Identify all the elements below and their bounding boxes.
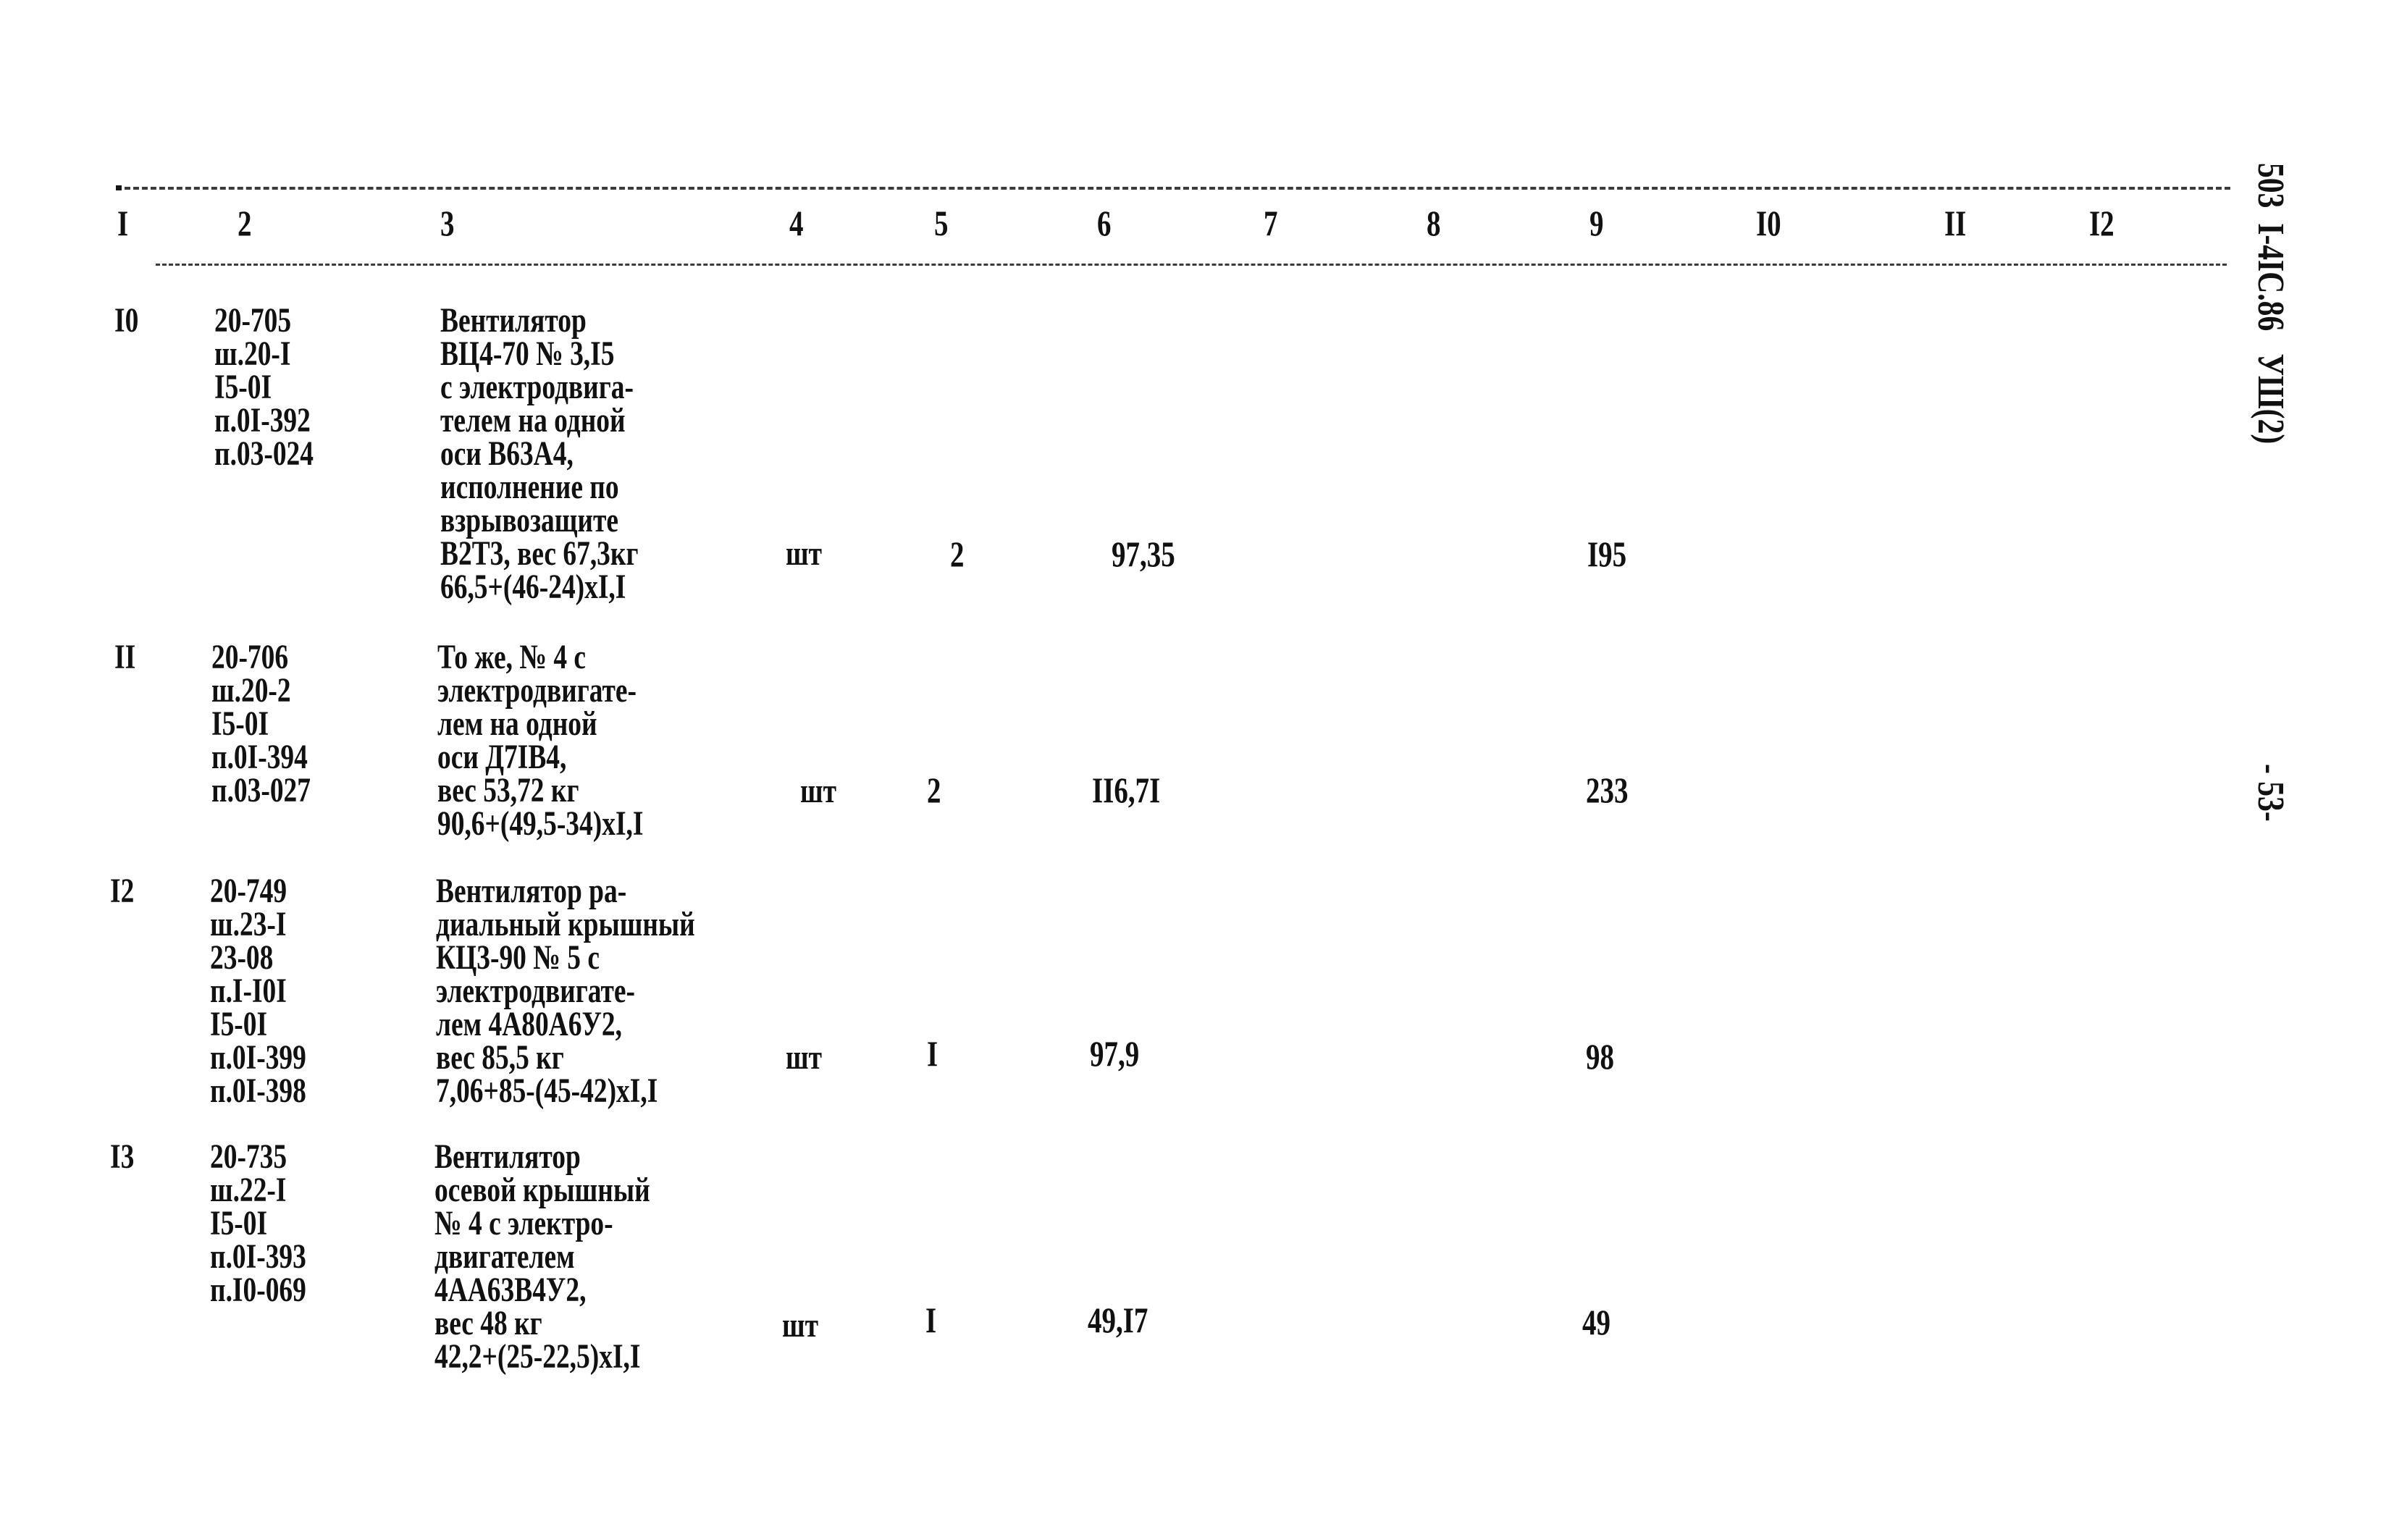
column-header-4: 4 <box>789 203 804 243</box>
column-header-6: 6 <box>1097 203 1112 243</box>
row-unit: шт <box>782 1306 819 1345</box>
row-description: То же, № 4 с электродвигате- лем на одно… <box>437 638 644 843</box>
row-unit: шт <box>800 772 837 810</box>
row-unit: шт <box>786 1038 823 1077</box>
column-header-8: 8 <box>1427 203 1441 243</box>
column-header-9: 9 <box>1589 203 1604 243</box>
row-total: 49 <box>1582 1302 1610 1342</box>
row-number: I3 <box>110 1137 135 1176</box>
header-bottom-rule <box>156 264 2227 266</box>
header-top-rule <box>116 187 2230 190</box>
row-total: 98 <box>1586 1036 1614 1077</box>
column-header-1: I <box>117 203 129 243</box>
row-number: II <box>114 638 136 676</box>
row-unit: шт <box>786 534 823 573</box>
row-quantity: 2 <box>927 770 941 810</box>
row-total: I95 <box>1587 534 1627 574</box>
column-header-3: 3 <box>440 203 455 243</box>
column-header-10: I0 <box>1756 203 1781 243</box>
column-header-12: I2 <box>2089 203 2114 243</box>
row-codes: 20-706 ш.20-2 I5-0I п.0I-394 п.03-027 <box>211 638 311 809</box>
column-header-11: II <box>1944 203 1967 243</box>
row-quantity: I <box>925 1300 937 1340</box>
row-quantity: 2 <box>950 534 965 574</box>
page-number: - 53- <box>2250 764 2291 822</box>
row-codes: 20-735 ш.22-I I5-0I п.0I-393 п.I0-069 <box>210 1137 306 1309</box>
row-unit-price: 97,35 <box>1112 534 1175 574</box>
row-total: 233 <box>1586 770 1629 810</box>
document-code: 503 I-4IC.86 УШ(2) <box>2250 163 2291 445</box>
row-quantity: I <box>927 1033 938 1074</box>
margin-annotation: 503 I-4IC.86 УШ(2) - 53- <box>2248 163 2299 959</box>
column-header-2: 2 <box>238 203 252 243</box>
column-header-7: 7 <box>1264 203 1278 243</box>
row-unit-price: II6,7I <box>1092 770 1161 810</box>
row-number: I0 <box>114 301 139 340</box>
row-unit-price: 49,I7 <box>1088 1300 1148 1340</box>
row-codes: 20-749 ш.23-I 23-08 п.I-I0I I5-0I п.0I-3… <box>210 872 306 1110</box>
row-number: I2 <box>110 872 135 910</box>
row-codes: 20-705 ш.20-I I5-0I п.0I-392 п.03-024 <box>214 301 314 473</box>
row-description: Вентилятор ра- диальный крышный КЦ3-90 №… <box>436 872 695 1110</box>
row-description: Вентилятор осевой крышный № 4 с электро-… <box>434 1137 650 1376</box>
row-description: Вентилятор ВЦ4-70 № 3,I5 с электродвига-… <box>440 301 639 606</box>
row-unit-price: 97,9 <box>1090 1033 1140 1074</box>
column-header-5: 5 <box>934 203 949 243</box>
